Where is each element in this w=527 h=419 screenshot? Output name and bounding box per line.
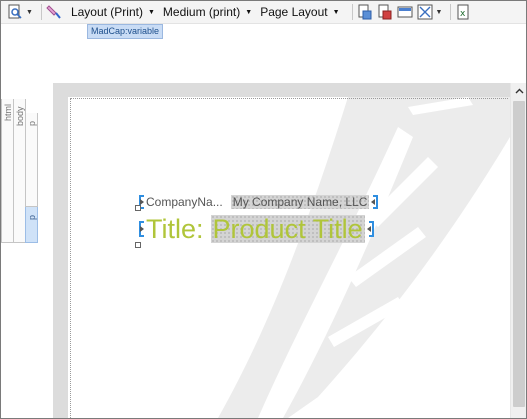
company-name-variable[interactable]: My Company Name, LLC — [230, 195, 370, 209]
medium-dropdown-label: Medium (print) — [162, 5, 241, 19]
title-label: Title: — [146, 214, 204, 244]
chevron-down-icon: ▼ — [245, 8, 253, 16]
title-row[interactable]: Title: Product Title — [139, 215, 374, 243]
vertical-scrollbar[interactable] — [510, 83, 526, 418]
block-end-bracket[interactable] — [368, 221, 374, 237]
frame-icon[interactable] — [397, 4, 413, 20]
condition-tag-icon[interactable] — [46, 4, 62, 20]
chevron-down-icon: ▼ — [147, 8, 155, 16]
page-margin-guide — [70, 98, 508, 418]
scrollbar-thumb[interactable] — [513, 101, 525, 407]
toolbar-separator — [450, 4, 452, 20]
structure-bar-p1-label: p — [27, 120, 37, 126]
chevron-down-icon[interactable]: ▼ — [26, 9, 33, 16]
block-start-marker-icon — [140, 226, 144, 232]
company-row[interactable]: CompanyNa... My Company Name, LLC — [139, 195, 379, 209]
preview-icon[interactable] — [7, 4, 23, 20]
toolbar-separator — [40, 4, 42, 20]
layout-dropdown-label: Layout (Print) — [70, 5, 143, 19]
svg-text:x: x — [460, 9, 466, 19]
page-setup-icon[interactable] — [357, 4, 373, 20]
chevron-down-icon: ▼ — [332, 8, 340, 16]
company-label: CompanyNa... — [146, 195, 223, 209]
structure-bar-p2[interactable]: p — [25, 207, 38, 243]
excel-icon[interactable]: x — [455, 4, 471, 20]
editor-window: ▼ Layout (Print) ▼ Medium (print) ▼ Page… — [0, 0, 527, 419]
variable-tooltip: MadCap:variable — [87, 24, 164, 39]
split-icon[interactable] — [417, 4, 433, 20]
chevron-down-icon[interactable]: ▼ — [436, 9, 443, 16]
toolbar: ▼ Layout (Print) ▼ Medium (print) ▼ Page… — [1, 1, 526, 24]
structure-bar-html-label: html — [3, 103, 13, 121]
structure-bar-body-label: body — [15, 106, 25, 126]
scroll-up-icon[interactable] — [511, 83, 526, 99]
medium-dropdown[interactable]: Medium (print) ▼ — [163, 5, 260, 19]
page-layout-dropdown[interactable]: Page Layout ▼ — [260, 5, 347, 19]
resize-handle[interactable] — [135, 242, 141, 248]
page-color-icon[interactable] — [377, 4, 393, 20]
toolbar-spacer — [66, 4, 67, 20]
layout-dropdown[interactable]: Layout (Print) ▼ — [71, 5, 163, 19]
product-title-variable[interactable]: Product Title — [210, 215, 365, 243]
page-layout-dropdown-label: Page Layout — [260, 5, 328, 19]
resize-handle[interactable] — [135, 205, 141, 211]
structure-bar-p1[interactable]: p — [25, 113, 38, 207]
toolbar-separator — [351, 4, 353, 20]
structure-bar-p2-label: p — [27, 214, 37, 220]
block-end-bracket[interactable] — [373, 195, 379, 209]
